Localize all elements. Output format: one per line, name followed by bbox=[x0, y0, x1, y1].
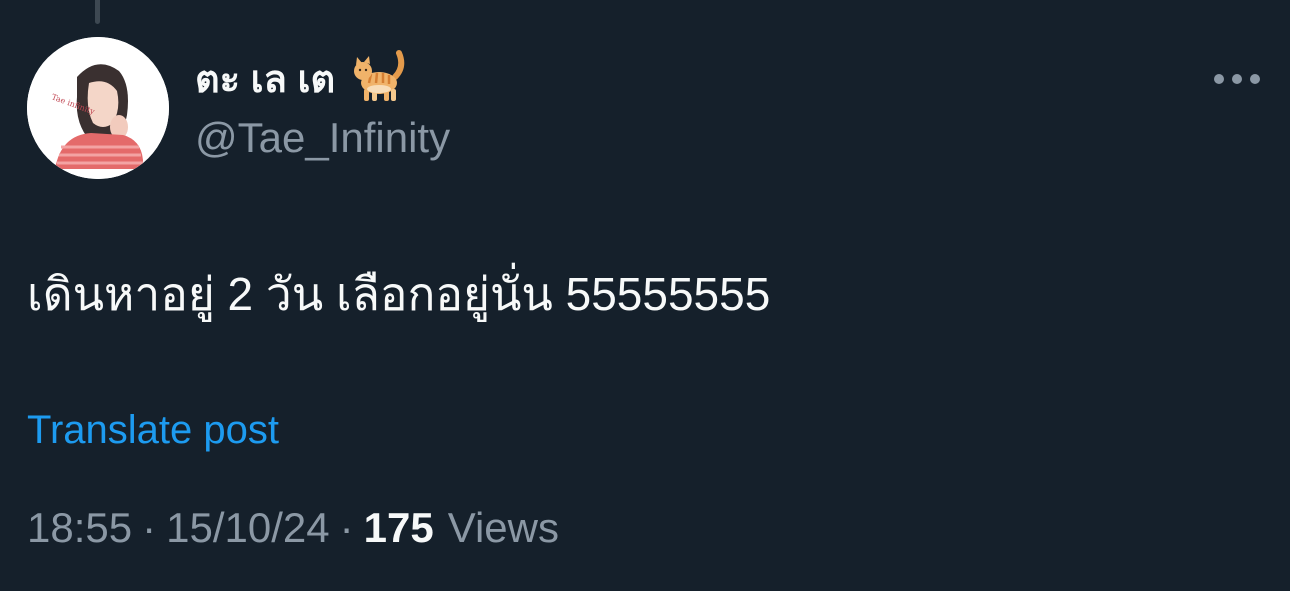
more-icon bbox=[1250, 74, 1260, 84]
separator: · bbox=[142, 504, 157, 551]
post-date[interactable]: 15/10/24 bbox=[166, 504, 330, 552]
translate-post-link[interactable]: Translate post bbox=[27, 408, 279, 453]
author-name-row[interactable]: ตะ เล เต bbox=[195, 48, 407, 108]
separator: · bbox=[339, 504, 354, 551]
more-icon bbox=[1214, 74, 1224, 84]
more-options-button[interactable] bbox=[1210, 64, 1264, 94]
more-icon bbox=[1232, 74, 1242, 84]
author-handle[interactable]: @Tae_Infinity bbox=[195, 114, 450, 162]
views-label[interactable]: Views bbox=[448, 504, 559, 552]
cat-icon bbox=[349, 47, 407, 110]
post-text: เดินหาอยู่ 2 วัน เลือกอยู่นั่น 55555555 bbox=[27, 268, 771, 320]
views-count[interactable]: 175 bbox=[364, 504, 434, 552]
avatar[interactable]: Tae infinity bbox=[27, 37, 169, 179]
post-metadata: 18:55 · 15/10/24 · 175 Views bbox=[27, 504, 559, 552]
display-name[interactable]: ตะ เล เต bbox=[195, 48, 335, 109]
thread-connector-line bbox=[95, 0, 100, 24]
post-time[interactable]: 18:55 bbox=[27, 504, 132, 552]
avatar-illustration: Tae infinity bbox=[27, 37, 169, 179]
